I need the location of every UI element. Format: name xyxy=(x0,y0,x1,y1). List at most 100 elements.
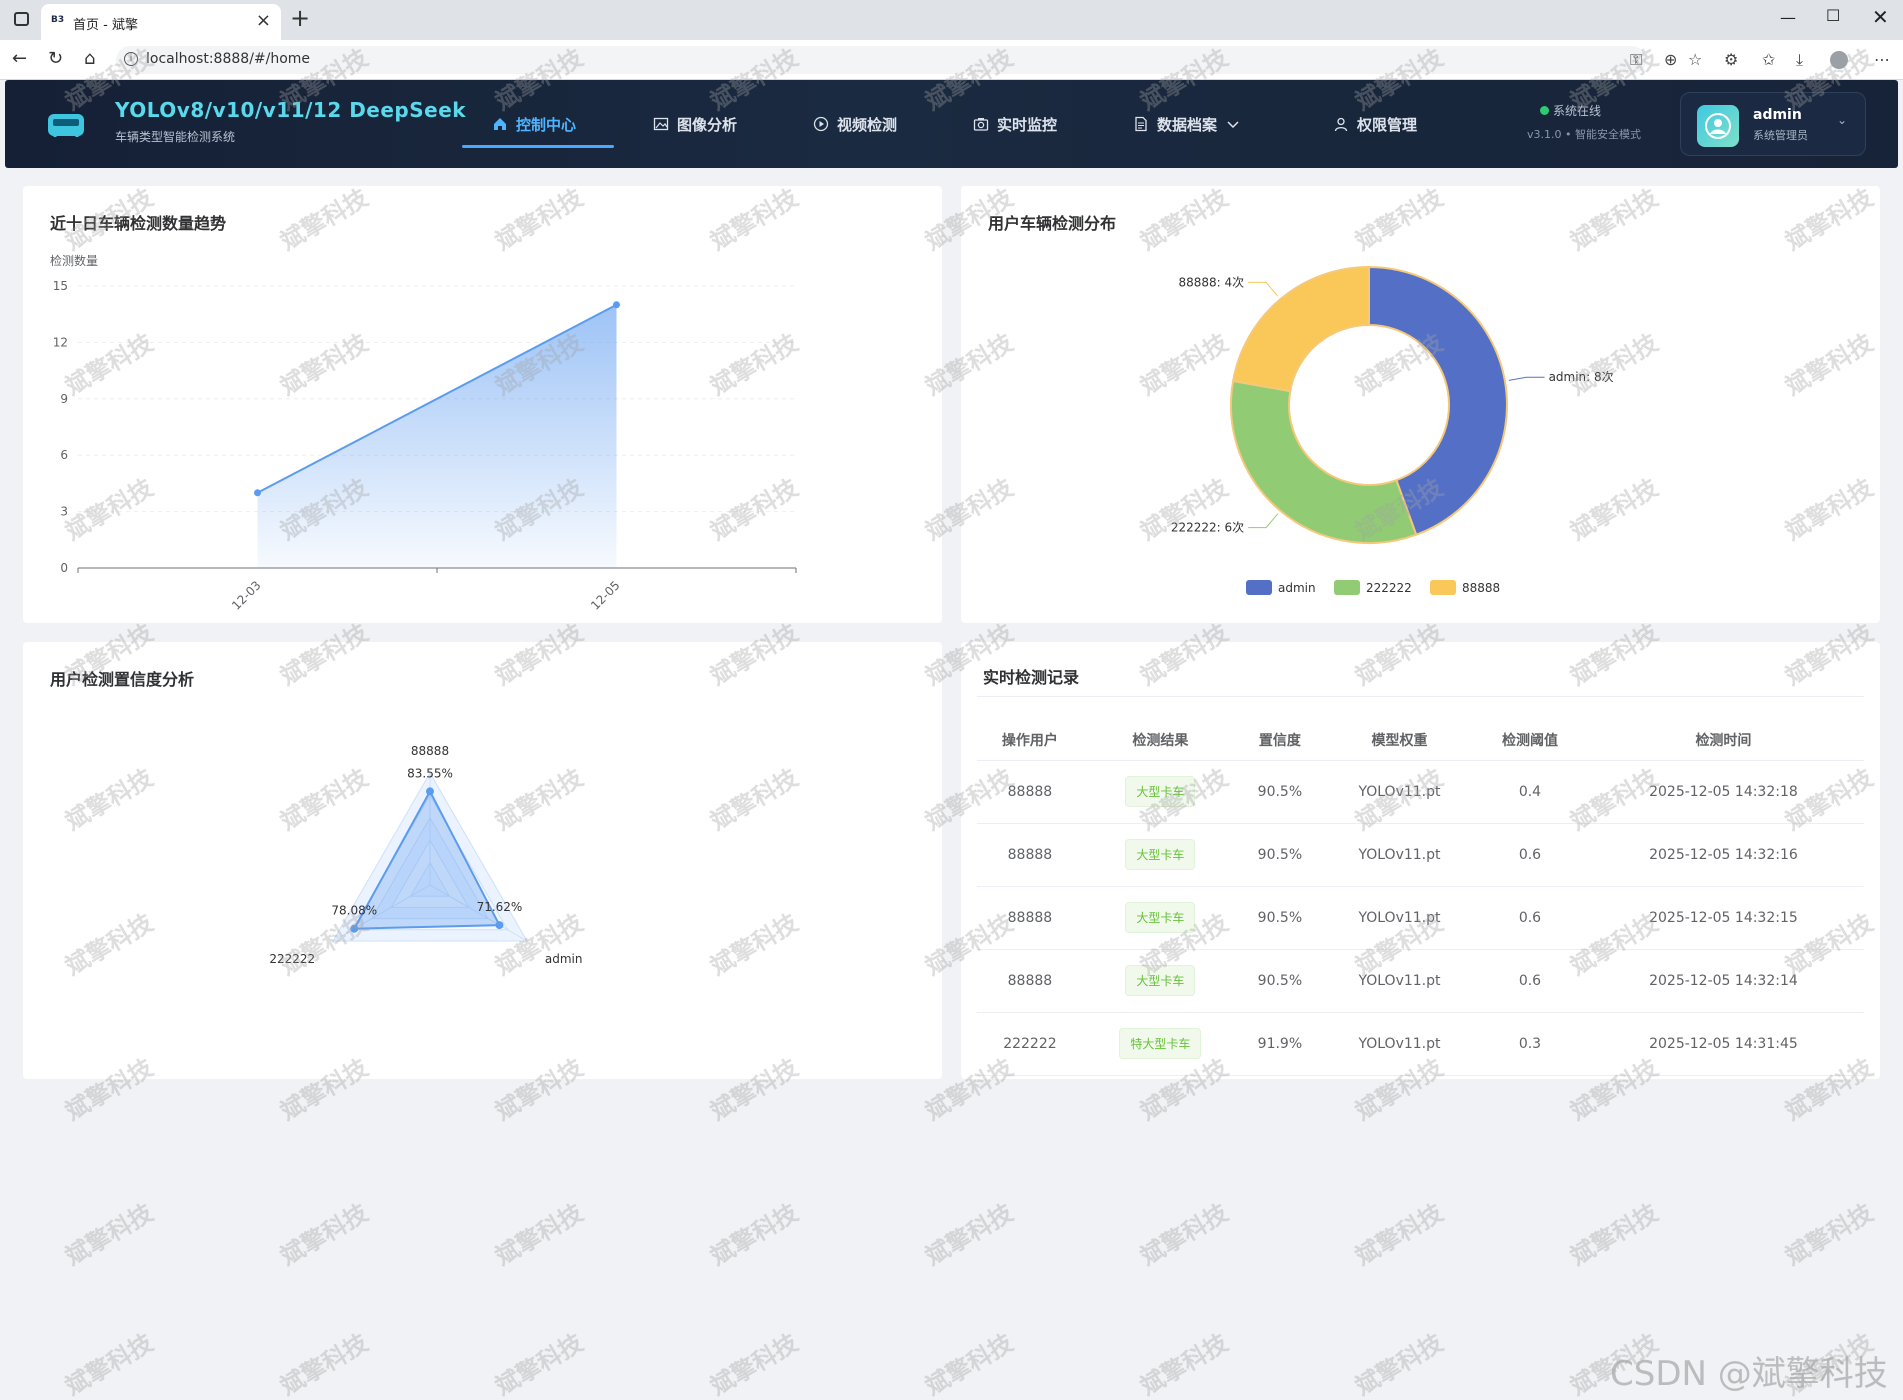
reload-icon[interactable]: ↻ xyxy=(48,48,63,69)
active-nav-underline xyxy=(462,145,614,148)
nav-label: 实时监控 xyxy=(997,115,1058,134)
watermark-text: 斌擎科技 xyxy=(490,1328,588,1400)
key-icon[interactable]: ⚿ xyxy=(1630,50,1642,70)
cell-confidence: 90.5% xyxy=(1237,823,1322,887)
records-table: 操作用户 检测结果 置信度 模型权重 检测阈值 检测时间 88888 大型卡车 … xyxy=(977,720,1864,1076)
zoom-icon[interactable]: ⊕ xyxy=(1664,50,1677,69)
y-axis-label: 检测数量 xyxy=(50,253,98,268)
pie-label-line xyxy=(1248,513,1279,529)
cell-user: 88888 xyxy=(977,760,1083,824)
watermark-text: 斌擎科技 xyxy=(1350,1198,1448,1271)
data-point xyxy=(613,301,620,309)
watermark-text: 斌擎科技 xyxy=(705,1198,803,1271)
radar-indicator-label: 222222 xyxy=(269,952,315,966)
tab-title: 首页 - 斌擎 xyxy=(73,18,138,33)
pie-label: admin: 8次 xyxy=(1549,370,1614,384)
user-avatar-icon xyxy=(1705,113,1731,139)
play-icon xyxy=(813,116,829,132)
cell-threshold: 0.6 xyxy=(1477,823,1583,887)
y-tick-label: 3 xyxy=(60,505,68,519)
tab-favicon: B3 xyxy=(51,15,65,25)
legend-swatch xyxy=(1246,580,1272,595)
watermark-text: 斌擎科技 xyxy=(60,1328,158,1400)
divider xyxy=(977,696,1864,697)
cell-user: 88888 xyxy=(977,823,1083,887)
col-header: 检测时间 xyxy=(1582,720,1864,761)
csdn-watermark: CSDN @斌擎科技 xyxy=(1610,1354,1888,1394)
url-field[interactable]: i localhost:8888/#/home xyxy=(116,46,1646,74)
radar-chart: 88888 admin 222222 83.55% 71.62% 78.08% xyxy=(269,744,582,966)
watermark-text: 斌擎科技 xyxy=(920,1198,1018,1271)
back-icon[interactable]: ← xyxy=(12,48,27,69)
nav-control-center[interactable]: 控制中心 xyxy=(492,80,576,168)
cell-result: 大型卡车 xyxy=(1082,760,1238,824)
panel-title: 实时检测记录 xyxy=(983,668,1080,687)
result-tag: 特大型卡车 xyxy=(1119,1028,1202,1059)
nav-label: 数据档案 xyxy=(1157,115,1218,134)
app-header: YOLOv8/v10/v11/12 DeepSeek 车辆类型智能检测系统 控制… xyxy=(5,80,1898,168)
nav-realtime-monitor[interactable]: 实时监控 xyxy=(973,80,1057,168)
browser-tab[interactable]: B3 首页 - 斌擎 × xyxy=(41,4,281,40)
cell-model: YOLOv11.pt xyxy=(1321,760,1478,824)
watermark-text: 斌擎科技 xyxy=(60,1198,158,1271)
cell-confidence: 90.5% xyxy=(1237,760,1322,824)
nav-permission-management[interactable]: 权限管理 xyxy=(1333,80,1417,168)
radar-point xyxy=(350,924,359,933)
collections-icon[interactable]: ✩ xyxy=(1762,50,1775,69)
radar-panel: 用户检测置信度分析 88888 admin 222222 83.55% 71.62% 78… xyxy=(23,642,942,1079)
table-row: 88888 大型卡车 90.5% YOLOv11.pt 0.6 2025-12-… xyxy=(977,823,1864,887)
legend-swatch xyxy=(1430,580,1456,595)
watermark-text: 斌擎科技 xyxy=(1135,1198,1233,1271)
user-name: admin xyxy=(1753,107,1802,123)
cell-confidence: 90.5% xyxy=(1237,886,1322,950)
watermark-text: 斌擎科技 xyxy=(490,1198,588,1271)
cell-user: 222222 xyxy=(977,1012,1083,1076)
document-icon xyxy=(1135,116,1147,132)
table-header-row: 操作用户 检测结果 置信度 模型权重 检测阈值 检测时间 xyxy=(977,720,1864,761)
col-header: 检测阈值 xyxy=(1477,720,1583,761)
pie-label-line xyxy=(1508,376,1545,381)
radar-point xyxy=(426,787,434,796)
table-row: 88888 大型卡车 90.5% YOLOv11.pt 0.6 2025-12-… xyxy=(977,886,1864,950)
y-tick-label: 9 xyxy=(60,392,68,406)
col-header: 操作用户 xyxy=(977,720,1083,761)
col-header: 置信度 xyxy=(1237,720,1322,761)
close-tab-icon[interactable]: × xyxy=(256,10,271,31)
avatar xyxy=(1697,105,1739,147)
col-header: 模型权重 xyxy=(1321,720,1478,761)
close-window-icon[interactable]: ✕ xyxy=(1872,5,1889,29)
profile-avatar-icon[interactable] xyxy=(1830,51,1848,69)
user-menu[interactable]: admin 系统管理员 ⌄ xyxy=(1680,92,1866,156)
table-row: 88888 大型卡车 90.5% YOLOv11.pt 0.6 2025-12-… xyxy=(977,949,1864,1013)
maximize-icon[interactable]: ☐ xyxy=(1826,6,1840,25)
cell-model: YOLOv11.pt xyxy=(1321,949,1478,1013)
result-tag: 大型卡车 xyxy=(1125,776,1196,807)
more-icon[interactable]: ⋯ xyxy=(1874,50,1890,69)
home-icon[interactable]: ⌂ xyxy=(84,48,95,69)
nav-image-analysis[interactable]: 图像分析 xyxy=(653,80,737,168)
nav-video-detection[interactable]: 视频检测 xyxy=(813,80,897,168)
legend-label: 222222 xyxy=(1366,581,1412,595)
address-bar-row: ← ↻ ⌂ i localhost:8888/#/home ⚿ ⊕ ☆ ⚙ ✩ … xyxy=(0,40,1903,80)
favorite-star-icon[interactable]: ☆ xyxy=(1688,50,1702,69)
site-info-icon[interactable]: i xyxy=(124,52,138,66)
download-icon[interactable]: ⤓ xyxy=(1796,50,1803,70)
cell-user: 88888 xyxy=(977,886,1083,950)
sidebar-toggle-icon[interactable] xyxy=(14,12,29,26)
series-area xyxy=(257,304,617,568)
legend-label: 88888 xyxy=(1462,581,1500,595)
radar-value-label: 78.08% xyxy=(331,904,377,918)
minimize-icon[interactable]: — xyxy=(1780,8,1796,27)
legend-label: admin xyxy=(1278,581,1316,595)
pie-label: 88888: 4次 xyxy=(1178,275,1244,289)
nav-data-archive[interactable]: 数据档案 xyxy=(1133,80,1241,168)
new-tab-icon[interactable]: + xyxy=(290,4,310,32)
cell-model: YOLOv11.pt xyxy=(1321,1012,1478,1076)
cell-confidence: 91.9% xyxy=(1237,1012,1322,1076)
home-icon xyxy=(494,118,506,130)
result-tag: 大型卡车 xyxy=(1125,965,1196,996)
extensions-icon[interactable]: ⚙ xyxy=(1724,50,1738,69)
cell-time: 2025-12-05 14:31:45 xyxy=(1582,1012,1864,1076)
table-row: 222222 特大型卡车 91.9% YOLOv11.pt 0.3 2025-1… xyxy=(977,1012,1864,1076)
x-tick-label: 12-03 xyxy=(229,578,264,613)
